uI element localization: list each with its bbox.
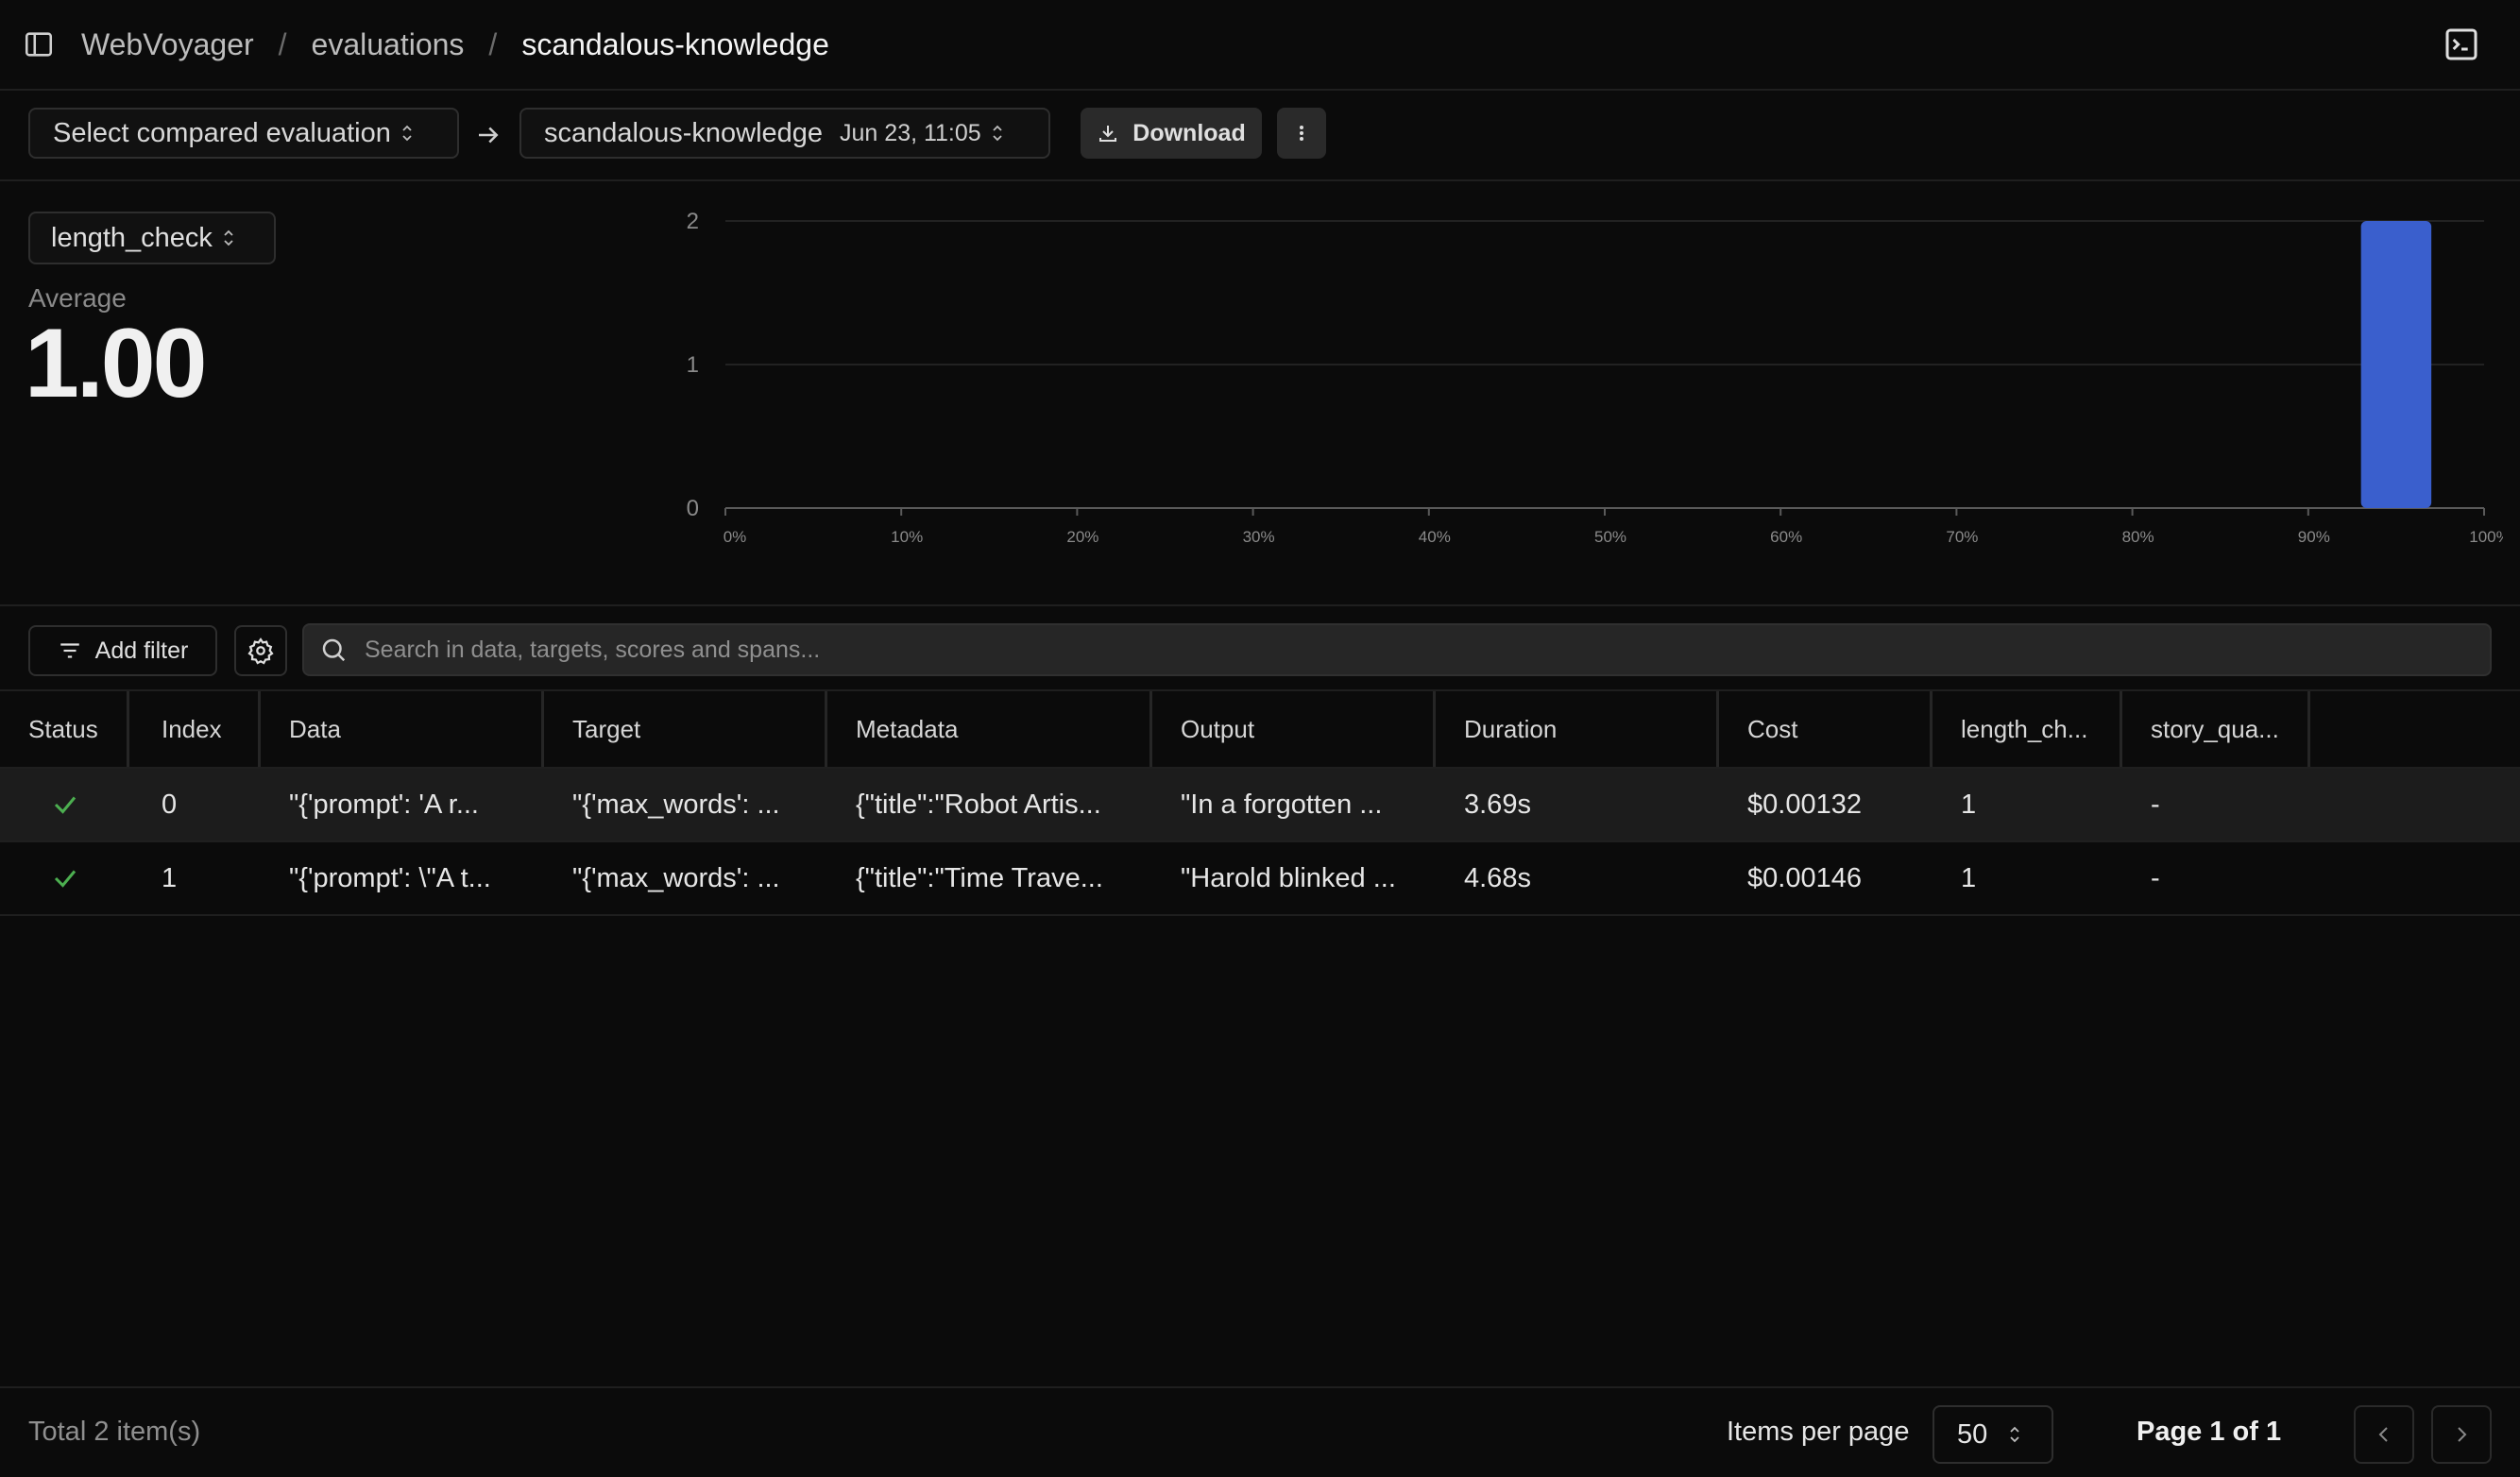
breadcrumb-separator: /	[278, 26, 287, 61]
compare-evaluation-select[interactable]: Select compared evaluation	[28, 108, 459, 159]
column-header-length-check[interactable]: length_ch...	[1933, 691, 2122, 767]
x-tick-label: 40%	[1419, 528, 1451, 546]
gear-icon	[247, 637, 274, 665]
arrow-right-icon	[474, 121, 502, 149]
x-tick-label: 50%	[1594, 528, 1626, 546]
x-tick-label: 30%	[1243, 528, 1275, 546]
score-select[interactable]: length_check	[28, 212, 276, 264]
x-tick-label: 90%	[2298, 528, 2330, 546]
download-label: Download	[1132, 119, 1246, 146]
x-tick-label: 10%	[891, 528, 923, 546]
x-tick-label: 100%	[2469, 528, 2503, 546]
chevron-updown-icon	[2010, 1426, 2019, 1443]
x-tick-label: 0%	[724, 528, 747, 546]
compare-select-label: Select compared evaluation	[53, 117, 391, 148]
index-cell: 1	[162, 862, 178, 893]
top-header: WebVoyager / evaluations / scandalous-kn…	[0, 0, 2520, 91]
column-header-duration[interactable]: Duration	[1436, 691, 1719, 767]
search-field[interactable]	[302, 623, 2492, 676]
add-filter-button[interactable]: Add filter	[28, 625, 217, 676]
x-tick-label: 80%	[2122, 528, 2154, 546]
sidebar-toggle-icon[interactable]	[23, 28, 55, 60]
cost-cell: $0.00132	[1747, 789, 1862, 820]
status-cell	[0, 769, 129, 840]
story-quality-cell: -	[2151, 789, 2160, 820]
target-cell: "{'max_words': ...	[572, 789, 780, 820]
duration-cell: 4.68s	[1464, 862, 1531, 893]
chevron-left-icon	[2378, 1427, 2388, 1442]
data-cell: "{'prompt': 'A r...	[289, 789, 479, 820]
column-header-status[interactable]: Status	[0, 691, 129, 767]
output-cell: "Harold blinked ...	[1181, 862, 1396, 893]
run-name: scandalous-knowledge	[544, 117, 824, 148]
data-cell: "{'prompt': \"A t...	[289, 862, 491, 893]
breadcrumb-evaluations[interactable]: evaluations	[312, 27, 465, 62]
y-tick-label: 0	[687, 496, 699, 521]
duration-cell: 3.69s	[1464, 789, 1531, 820]
table-footer: Total 2 item(s) Items per page 50 Page 1…	[0, 1386, 2520, 1477]
column-header-data[interactable]: Data	[261, 691, 544, 767]
breadcrumb-current: scandalous-knowledge	[521, 26, 829, 61]
score-select-label: length_check	[51, 222, 213, 253]
chevron-right-icon	[2458, 1427, 2467, 1442]
run-date: Jun 23, 11:05	[840, 119, 981, 146]
chevron-updown-icon	[224, 229, 233, 246]
results-table: Status Index Data Target Metadata Output…	[0, 689, 2520, 916]
search-icon	[322, 638, 346, 662]
check-icon	[54, 796, 77, 814]
download-button[interactable]: Download	[1081, 108, 1262, 159]
breadcrumb-project[interactable]: WebVoyager	[81, 27, 254, 62]
chevron-updown-icon	[993, 125, 1002, 142]
story-quality-cell: -	[2151, 862, 2160, 893]
column-header-story-quality[interactable]: story_qua...	[2122, 691, 2310, 767]
search-input[interactable]	[363, 635, 2444, 665]
download-icon	[1099, 126, 1117, 142]
filter-bar: Add filter	[0, 604, 2520, 691]
column-header-target[interactable]: Target	[544, 691, 827, 767]
table-header: Status Index Data Target Metadata Output…	[0, 691, 2520, 769]
table-settings-button[interactable]	[234, 625, 287, 676]
y-tick-label: 1	[687, 352, 699, 378]
table-row[interactable]: 1 "{'prompt': \"A t... "{'max_words': ..…	[0, 842, 2520, 916]
average-value: 1.00	[25, 309, 207, 418]
items-per-page-value: 50	[1957, 1418, 1988, 1450]
target-cell: "{'max_words': ...	[572, 862, 780, 893]
output-cell: "In a forgotten ...	[1181, 789, 1383, 820]
more-vertical-icon	[1300, 126, 1303, 141]
breadcrumb-separator: /	[488, 26, 498, 61]
metadata-cell: {"title":"Time Trave...	[856, 862, 1103, 893]
column-header-metadata[interactable]: Metadata	[827, 691, 1152, 767]
breadcrumb: WebVoyager / evaluations / scandalous-kn…	[81, 0, 829, 89]
more-options-button[interactable]	[1277, 108, 1326, 159]
current-evaluation-select[interactable]: scandalous-knowledge Jun 23, 11:05	[519, 108, 1050, 159]
next-page-button[interactable]	[2431, 1405, 2492, 1464]
previous-page-button[interactable]	[2354, 1405, 2414, 1464]
index-cell: 0	[162, 789, 178, 820]
add-filter-label: Add filter	[94, 637, 189, 664]
x-tick-label: 60%	[1770, 528, 1802, 546]
metadata-cell: {"title":"Robot Artis...	[856, 789, 1101, 820]
status-cell	[0, 842, 129, 914]
items-per-page-select[interactable]: 50	[1933, 1405, 2053, 1464]
x-tick-label: 70%	[1946, 528, 1978, 546]
column-header-cost[interactable]: Cost	[1719, 691, 1933, 767]
items-per-page-label: Items per page	[1727, 1417, 1910, 1447]
column-header-output[interactable]: Output	[1152, 691, 1436, 767]
x-tick-label: 20%	[1066, 528, 1098, 546]
filter-icon	[60, 643, 79, 658]
page-info: Page 1 of 1	[2137, 1417, 2282, 1447]
table-row[interactable]: 0 "{'prompt': 'A r... "{'max_words': ...…	[0, 769, 2520, 842]
score-distribution-chart: 0120%10%20%30%40%50%60%70%80%90%100%	[661, 198, 2503, 557]
check-icon	[54, 870, 77, 888]
y-tick-label: 2	[687, 209, 699, 234]
terminal-icon[interactable]	[2443, 25, 2480, 63]
column-header-index[interactable]: Index	[129, 691, 261, 767]
total-items: Total 2 item(s)	[28, 1417, 201, 1447]
cost-cell: $0.00146	[1747, 862, 1862, 893]
length-check-cell: 1	[1961, 862, 1977, 893]
score-histogram: 0120%10%20%30%40%50%60%70%80%90%100%	[687, 209, 2503, 546]
histogram-bar	[2360, 221, 2432, 508]
length-check-cell: 1	[1961, 789, 1977, 820]
chevron-updown-icon	[402, 125, 412, 142]
